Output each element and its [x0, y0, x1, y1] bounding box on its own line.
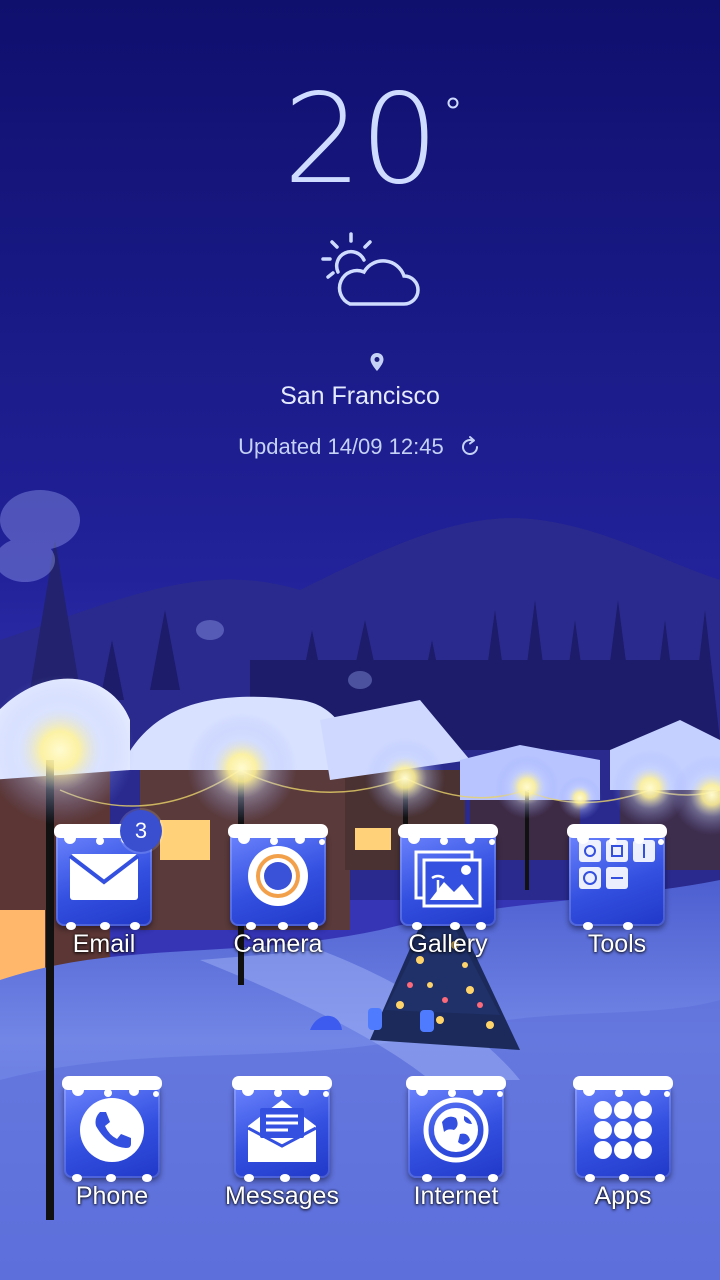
app-apps[interactable]: Apps [558, 1076, 688, 1211]
location-pin-icon [370, 353, 384, 371]
gallery-tile[interactable] [398, 824, 498, 930]
app-internet[interactable]: Internet [391, 1076, 521, 1211]
app-label: Internet [413, 1182, 499, 1210]
globe-icon [423, 1097, 489, 1163]
tools-folder-icon [579, 840, 655, 889]
app-label: Gallery [408, 930, 488, 958]
app-label: Email [72, 930, 136, 958]
tools-tile[interactable] [567, 824, 667, 930]
messages-tile[interactable] [232, 1076, 332, 1182]
phone-tile[interactable] [62, 1076, 162, 1182]
updated-time: Updated 14/09 12:45 [238, 434, 444, 459]
apps-grid-icon [594, 1101, 652, 1159]
camera-tile[interactable] [228, 824, 328, 930]
location-name: San Francisco [280, 382, 440, 410]
temperature: 20 [283, 68, 439, 212]
app-label: Messages [225, 1182, 339, 1210]
app-email[interactable]: 3 Email [39, 810, 169, 959]
updated-time-row: Updated 14/09 12:45 [0, 434, 720, 460]
app-label: Camera [233, 930, 323, 958]
partly-cloudy-icon [321, 232, 420, 306]
app-gallery[interactable]: Gallery [383, 824, 513, 959]
app-tools[interactable]: Tools [552, 824, 682, 959]
refresh-icon[interactable] [458, 435, 482, 459]
app-messages[interactable]: Messages [217, 1076, 347, 1211]
app-label: Apps [594, 1182, 652, 1210]
internet-tile[interactable] [406, 1076, 506, 1182]
app-camera[interactable]: Camera [213, 824, 343, 959]
app-phone[interactable]: Phone [47, 1076, 177, 1211]
email-tile[interactable]: 3 [54, 810, 162, 930]
apps-tile[interactable] [573, 1076, 673, 1182]
camera-lens-icon [248, 846, 308, 906]
notification-badge: 3 [120, 810, 162, 852]
message-envelope-icon [247, 1100, 317, 1162]
degree-icon [447, 97, 459, 109]
app-label: Tools [587, 930, 647, 958]
picture-icon [414, 850, 482, 908]
phone-handset-icon [80, 1098, 144, 1162]
app-label: Phone [75, 1182, 149, 1210]
